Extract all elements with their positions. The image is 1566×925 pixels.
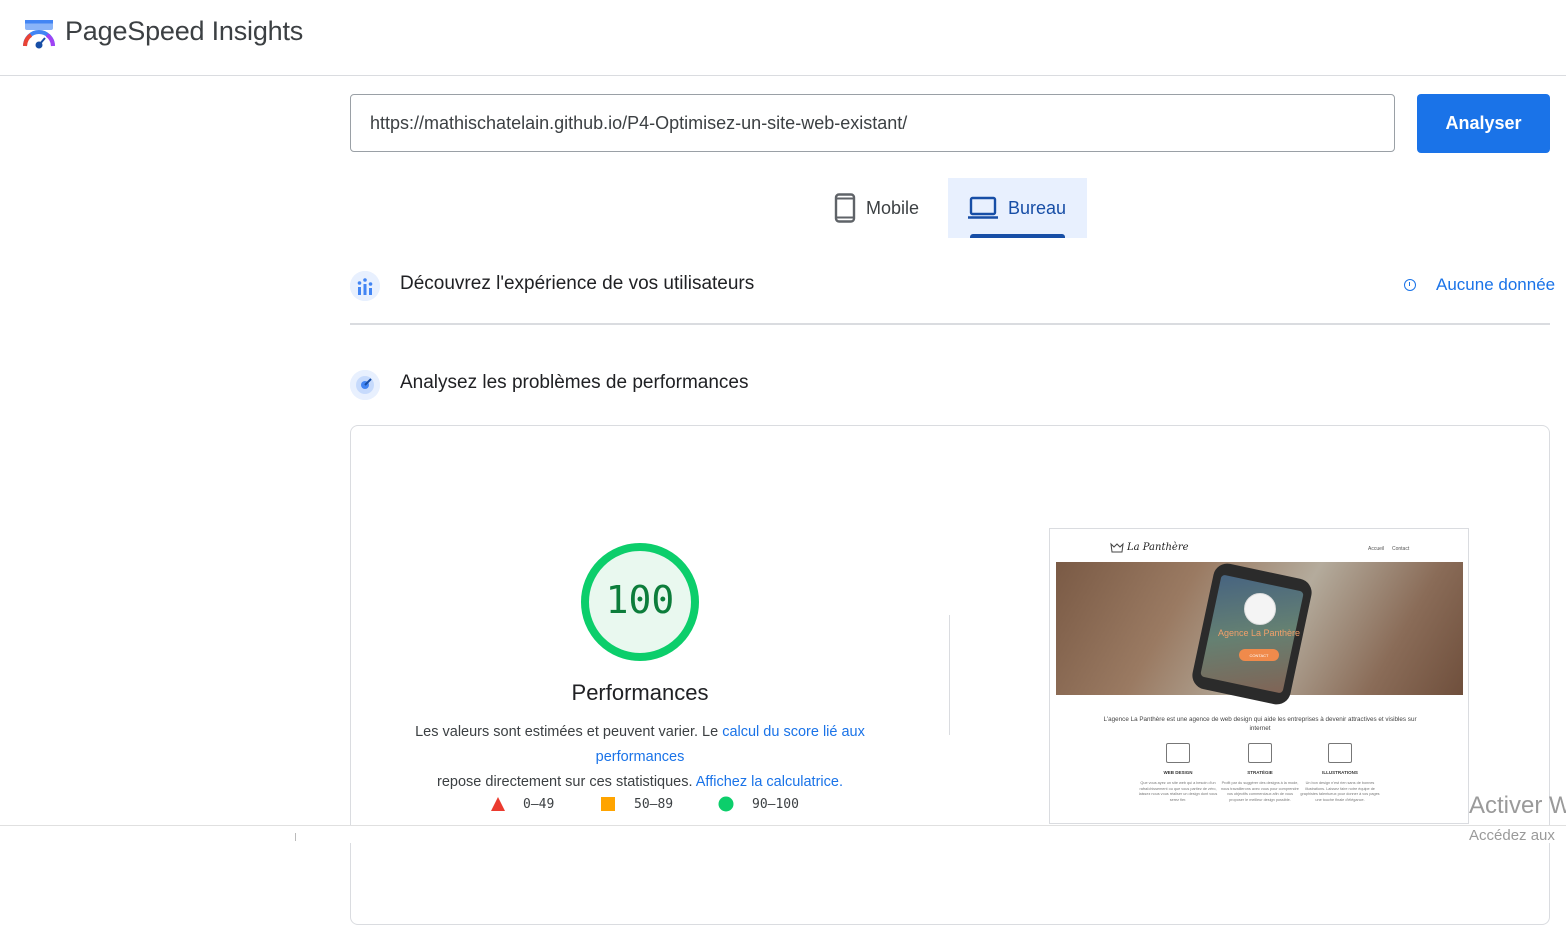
legend-range-pass: 90–100 [752, 796, 799, 812]
smartphone-icon [834, 193, 856, 223]
strategy-chart-icon [1248, 743, 1272, 763]
final-screenshot-thumbnail[interactable]: La Panthère Accueil Contact Agence La Pa… [1049, 528, 1469, 824]
performance-score-value: 100 [605, 578, 675, 622]
url-input-container[interactable] [350, 94, 1395, 152]
web-design-icon [1166, 743, 1190, 763]
calculator-link[interactable]: Affichez la calculatrice. [696, 774, 843, 790]
info-icon [1404, 279, 1416, 291]
thumb-service-title: STRATÉGIE [1247, 770, 1273, 775]
panther-logo-icon [1110, 542, 1124, 553]
desc-text-1: Les valeurs sont estimées et peuvent var… [415, 724, 723, 740]
laptop-icon [968, 196, 998, 219]
thumb-panther-emblem [1244, 593, 1276, 625]
thumb-brand: La Panthère [1127, 542, 1189, 553]
users-chart-icon [350, 271, 380, 301]
desc-text-2: repose directement sur ces statistiques. [437, 774, 696, 790]
legend-item-pass: 90–100 [718, 796, 799, 812]
thumb-hero-title: Agence La Panthère [1217, 628, 1301, 638]
thumb-service-webdesign: WEB DESIGN Que vous ayez un site web qui… [1138, 743, 1218, 803]
url-input[interactable] [351, 95, 1394, 151]
pagespeed-logo-icon[interactable] [22, 18, 56, 52]
brand-title[interactable]: PageSpeed Insights [65, 16, 303, 47]
thumb-service-text: Profit par du suggérer des designs à la … [1221, 781, 1299, 802]
tab-active-indicator [970, 234, 1065, 238]
analyze-button[interactable]: Analyser [1417, 94, 1550, 153]
legend-range-fail: 0–49 [523, 796, 555, 812]
thumb-intro-text: L'agence La Panthère est une agence de w… [1103, 716, 1417, 732]
thumb-contact-button: CONTACT [1239, 649, 1279, 661]
field-data-status-label: Aucune donnée [1436, 275, 1556, 294]
tab-desktop[interactable]: Bureau [948, 178, 1087, 238]
thumb-service-title: WEB DESIGN [1163, 770, 1193, 775]
lab-data-title: Analysez les problèmes de performances [400, 372, 749, 393]
thumb-nav-accueil: Accueil [1368, 546, 1385, 552]
thumb-service-text: Un bon design n'est rien sans de bonnes … [1300, 781, 1380, 802]
thumb-service-text: Que vous ayez un site web qui a besoin d… [1138, 781, 1218, 802]
pencil-icon [1328, 743, 1352, 763]
bottom-tick [295, 833, 296, 841]
legend-item-fail: 0–49 [490, 796, 554, 812]
thumb-service-illustrations: ILLUSTRATIONS Un bon design n'est rien s… [1300, 743, 1380, 803]
thumb-service-strategie: STRATÉGIE Profit par du suggérer des des… [1220, 743, 1300, 803]
circle-icon [718, 796, 734, 812]
legend-range-average: 50–89 [634, 796, 674, 812]
windows-activation-watermark-title: Activer W [1469, 792, 1566, 819]
thumb-service-title: ILLUSTRATIONS [1322, 770, 1358, 775]
section-divider [350, 323, 1550, 325]
diagnostics-icon [350, 370, 380, 400]
tab-mobile-label: Mobile [866, 197, 920, 218]
field-data-title: Découvrez l'expérience de vos utilisateu… [400, 273, 755, 294]
app-header: PageSpeed Insights [0, 0, 1566, 76]
field-data-status[interactable]: Aucune donnée [1404, 275, 1555, 295]
tab-mobile[interactable]: Mobile [820, 178, 948, 238]
thumb-nav-contact: Contact [1392, 546, 1410, 552]
tab-desktop-label: Bureau [1008, 197, 1067, 218]
performance-category-label: Performances [571, 680, 709, 705]
square-icon [601, 797, 615, 811]
bottom-bar [0, 825, 1566, 843]
legend-item-average: 50–89 [600, 796, 673, 812]
thumb-hero-image: Agence La Panthère CONTACT [1056, 561, 1463, 707]
windows-activation-watermark-subtitle: Accédez aux [1469, 827, 1555, 844]
panel-vertical-divider [949, 615, 950, 735]
triangle-icon [491, 797, 505, 811]
score-description: Les valeurs sont estimées et peuvent var… [380, 720, 900, 795]
